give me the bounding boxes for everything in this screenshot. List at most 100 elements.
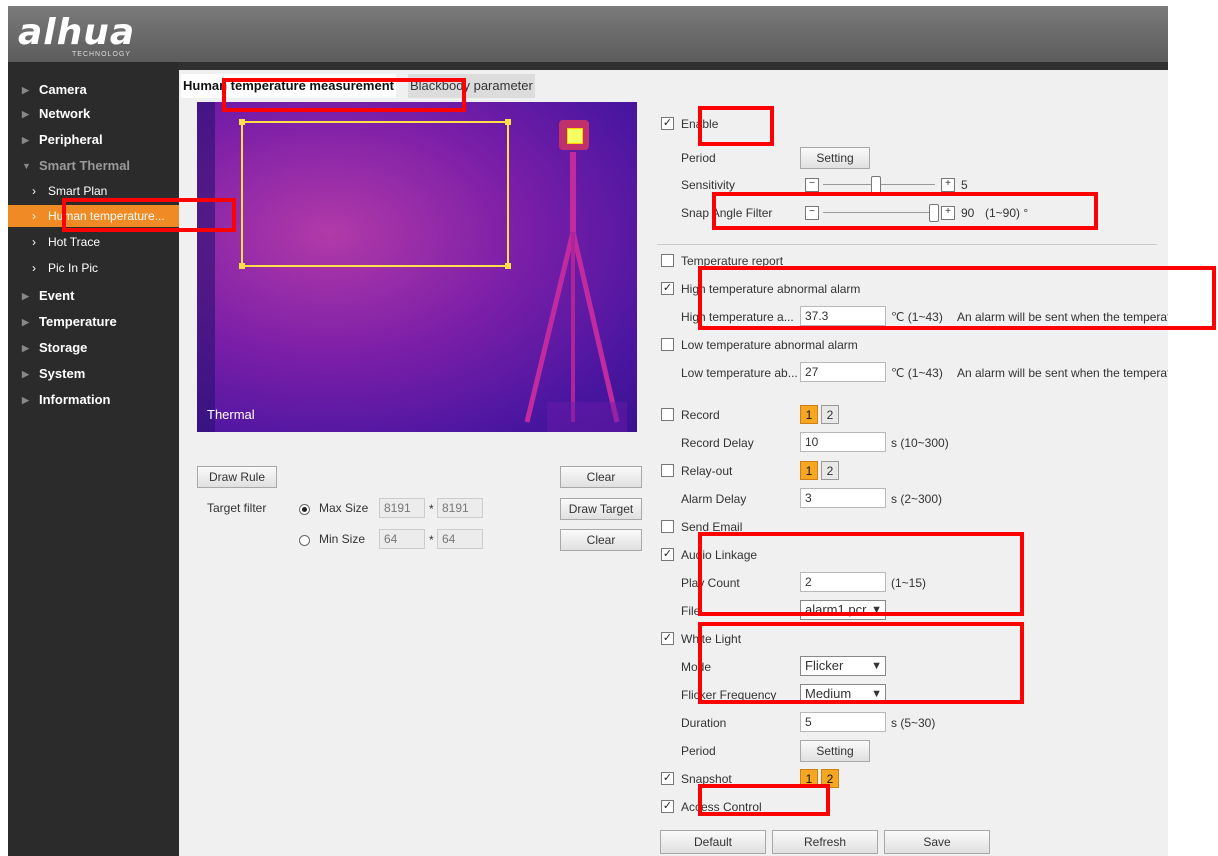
sidebar-item-camera[interactable]: ▶ Camera: [8, 78, 179, 102]
chevron-right-icon: ›: [32, 235, 36, 249]
sidebar: ▶ Camera ▶ Network ▶ Peripheral ▼ Smart Ther…: [8, 62, 179, 856]
save-button[interactable]: Save: [884, 830, 990, 854]
annotation-box: [62, 198, 236, 232]
annotation-box: [698, 784, 830, 816]
relay-out-checkbox[interactable]: [661, 464, 674, 477]
sidebar-item-storage[interactable]: ▶ Storage: [8, 336, 179, 360]
region-handle[interactable]: [505, 119, 511, 125]
chevron-right-icon: ›: [32, 209, 36, 223]
brand-tagline: TECHNOLOGY: [72, 51, 132, 58]
target-filter-label: Target filter: [207, 501, 267, 515]
low-threshold-label: Low temperature ab...: [681, 366, 798, 380]
default-button[interactable]: Default: [660, 830, 766, 854]
low-alarm-checkbox[interactable]: [661, 338, 674, 351]
plus-icon[interactable]: +: [941, 178, 955, 192]
relay-out-label: Relay-out: [681, 464, 733, 478]
content-area: Human temperature measurement Blackbody …: [179, 70, 1168, 856]
sidebar-item-peripheral[interactable]: ▶ Peripheral: [8, 128, 179, 152]
audio-linkage-checkbox[interactable]: ✓: [661, 548, 674, 561]
draw-target-button[interactable]: Draw Target: [560, 498, 642, 520]
alarm-delay-label: Alarm Delay: [681, 492, 747, 506]
duration-input[interactable]: 5: [800, 712, 886, 732]
thermal-preview[interactable]: Thermal: [197, 102, 637, 432]
white-light-checkbox[interactable]: ✓: [661, 632, 674, 645]
annotation-box: [222, 78, 466, 112]
measurement-region[interactable]: [239, 119, 511, 269]
duration-range: s (5~30): [891, 716, 936, 730]
temperature-report-checkbox[interactable]: [661, 254, 674, 267]
clear-rule-button[interactable]: Clear: [560, 466, 642, 488]
channel-label: Thermal: [207, 407, 255, 422]
blackbody-target: [559, 120, 589, 150]
low-unit: ℃ (1~43): [891, 366, 943, 380]
sidebar-item-hot-trace[interactable]: › Hot Trace: [8, 231, 179, 253]
low-threshold-input[interactable]: 27: [800, 362, 886, 382]
sidebar-item-pic-in-pic[interactable]: › Pic In Pic: [8, 257, 179, 279]
max-size-label: Max Size: [319, 501, 369, 515]
app-window: alhua TECHNOLOGY ▶ Camera ▶ Network ▶ Perip…: [8, 6, 1168, 856]
draw-rule-button[interactable]: Draw Rule: [197, 466, 277, 488]
region-handle[interactable]: [239, 119, 245, 125]
min-size-radio[interactable]: [299, 535, 310, 546]
chevron-right-icon: ›: [32, 184, 36, 198]
send-email-checkbox[interactable]: [661, 520, 674, 533]
period-setting-button[interactable]: Setting: [800, 147, 870, 169]
annotation-box: [698, 106, 774, 146]
low-alarm-label: Low temperature abnormal alarm: [681, 338, 858, 352]
sidebar-item-temperature[interactable]: ▶ Temperature: [8, 310, 179, 334]
low-note: An alarm will be sent when the temperat: [957, 366, 1168, 380]
record-channel-2[interactable]: 2: [821, 405, 839, 424]
chevron-right-icon: ›: [32, 261, 36, 275]
section-divider: [657, 244, 1157, 245]
triangle-right-icon: ▶: [22, 369, 29, 379]
duration-label: Duration: [681, 716, 727, 730]
region-handle[interactable]: [505, 263, 511, 269]
triangle-down-icon: ▼: [22, 161, 31, 171]
header-bar: alhua TECHNOLOGY: [8, 6, 1168, 62]
times-sign: *: [429, 502, 434, 516]
triangle-right-icon: ▶: [22, 343, 29, 353]
triangle-right-icon: ▶: [22, 317, 29, 327]
max-width-input[interactable]: 8191: [379, 498, 425, 518]
brand-logo: alhua: [18, 12, 136, 53]
relay-channel-1[interactable]: 1: [800, 461, 818, 480]
sidebar-item-system[interactable]: ▶ System: [8, 362, 179, 386]
blackbody-core: [567, 128, 583, 144]
access-control-checkbox[interactable]: ✓: [661, 800, 674, 813]
min-size-label: Min Size: [319, 532, 366, 546]
min-width-input[interactable]: 64: [379, 529, 425, 549]
minus-icon[interactable]: −: [805, 178, 819, 192]
sidebar-item-smart-thermal[interactable]: ▼ Smart Thermal: [8, 154, 179, 178]
record-delay-input[interactable]: 10: [800, 432, 886, 452]
sensitivity-value: 5: [961, 178, 968, 192]
refresh-button[interactable]: Refresh: [772, 830, 878, 854]
alarm-delay-input[interactable]: 3: [800, 488, 886, 508]
period-label-2: Period: [681, 744, 716, 758]
times-sign: *: [429, 533, 434, 547]
period-setting-button-2[interactable]: Setting: [800, 740, 870, 762]
sidebar-item-network[interactable]: ▶ Network: [8, 102, 179, 126]
annotation-box: [698, 622, 1024, 704]
record-checkbox[interactable]: [661, 408, 674, 421]
triangle-right-icon: ▶: [22, 135, 29, 145]
region-handle[interactable]: [239, 263, 245, 269]
relay-channel-2[interactable]: 2: [821, 461, 839, 480]
record-channel-1[interactable]: 1: [800, 405, 818, 424]
triangle-right-icon: ▶: [22, 291, 29, 301]
min-height-input[interactable]: 64: [437, 529, 483, 549]
snapshot-checkbox[interactable]: ✓: [661, 772, 674, 785]
max-size-radio[interactable]: [299, 504, 310, 515]
annotation-box: [712, 192, 1098, 230]
annotation-box: [698, 532, 1024, 616]
enable-checkbox[interactable]: ✓: [661, 117, 674, 130]
sensitivity-slider[interactable]: − +: [805, 176, 955, 194]
max-height-input[interactable]: 8191: [437, 498, 483, 518]
triangle-right-icon: ▶: [22, 395, 29, 405]
triangle-right-icon: ▶: [22, 109, 29, 119]
sidebar-item-information[interactable]: ▶ Information: [8, 388, 179, 412]
triangle-right-icon: ▶: [22, 85, 29, 95]
sidebar-item-event[interactable]: ▶ Event: [8, 284, 179, 308]
clear-target-button[interactable]: Clear: [560, 529, 642, 551]
high-alarm-checkbox[interactable]: ✓: [661, 282, 674, 295]
sensitivity-label: Sensitivity: [681, 178, 736, 192]
